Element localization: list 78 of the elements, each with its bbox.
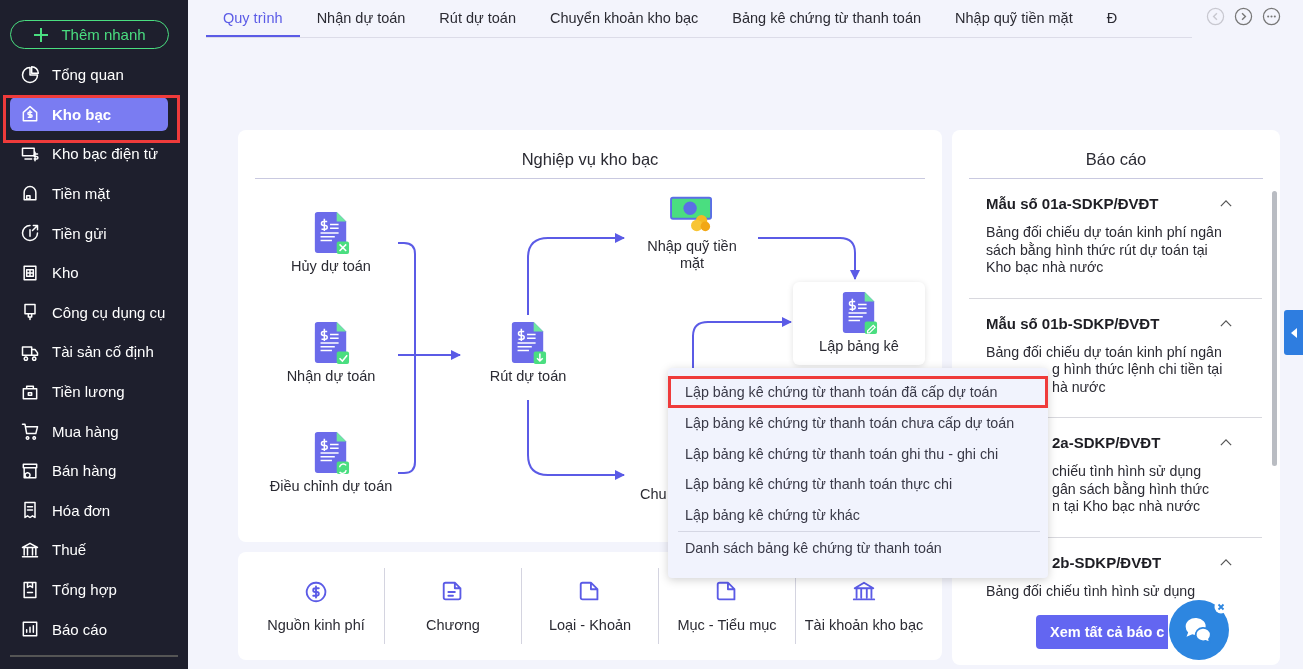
- report-description: chiếu tình hình sử dụng: [1051, 463, 1202, 481]
- node-label: Hủy dự toán: [291, 258, 371, 275]
- document-icon: [312, 432, 350, 474]
- report-description: n tại Kho bạc nhà nước: [1051, 498, 1201, 516]
- document-icon: [840, 292, 878, 334]
- document-icon: [312, 322, 350, 364]
- menu-item-icon: [20, 183, 40, 204]
- scrollbar[interactable]: [1272, 191, 1277, 466]
- menu-item[interactable]: Lập bảng kê chứng từ khác: [668, 499, 1048, 530]
- node-card[interactable]: Lập bảng kê: [793, 282, 925, 365]
- report-description: g hình thức lệnh chi tiền tại: [1051, 361, 1223, 379]
- panel-toggle[interactable]: [1284, 310, 1303, 355]
- sidebar-item[interactable]: Tổng quan: [10, 57, 168, 92]
- tab[interactable]: Đ: [1089, 0, 1135, 37]
- document-icon: [312, 212, 350, 254]
- report-description: Kho bạc nhà nước: [986, 259, 1104, 277]
- report-description: sách bằng hình thức rút dự toán tại: [986, 241, 1208, 259]
- chevron-up-icon[interactable]: [1220, 318, 1232, 328]
- menu-item[interactable]: Lập bảng kê chứng từ thanh toán chưa cấp dự toán: [668, 408, 1048, 439]
- node-label: Nhập quỹ tiền mặt: [646, 238, 738, 272]
- sidebar-item[interactable]: Tiền gửi: [10, 216, 168, 251]
- sidebar-item[interactable]: Kho bạc điện tử: [10, 137, 168, 171]
- tab[interactable]: Chuyển khoản kho bạc: [533, 0, 716, 37]
- sidebar-item[interactable]: Tiền lương: [10, 374, 168, 409]
- chevron-up-icon[interactable]: [1220, 199, 1232, 208]
- catalog-item[interactable]: Tài khoản kho bạc: [796, 568, 932, 644]
- menu-item-icon: [20, 144, 40, 164]
- report-description: Bảng đối chiếu dự toán kinh phí ngân: [986, 343, 1222, 361]
- report-description: gân sách bằng hình thức: [1051, 480, 1209, 498]
- money-icon: [669, 194, 715, 234]
- chevron-up-icon[interactable]: [1220, 557, 1232, 567]
- sidebar-item[interactable]: Kho bạc: [10, 97, 168, 132]
- sidebar-item[interactable]: Tổng hợp: [10, 572, 168, 607]
- sidebar-item[interactable]: Bán hàng: [10, 453, 168, 488]
- report-description: Bảng đối chiếu tình hình sử dụng: [986, 582, 1196, 600]
- plus-icon: [33, 26, 50, 43]
- sidebar-item[interactable]: Báo cáo: [10, 612, 168, 647]
- node-label: Chu: [640, 486, 667, 503]
- caret-left-icon: [1290, 327, 1297, 338]
- menu-item-icon: [20, 64, 40, 85]
- tab[interactable]: Quy trình: [206, 0, 300, 37]
- card-title: Nghiệp vụ kho bạc: [520, 149, 660, 169]
- node-label: Nhận dự toán: [286, 368, 376, 385]
- sidebar-item[interactable]: Tiền mặt: [10, 176, 168, 211]
- catalog-item[interactable]: Loại - Khoản: [522, 568, 659, 644]
- sidebar-item[interactable]: Công cụ dụng cụ: [10, 295, 168, 330]
- menu-item[interactable]: Lập bảng kê chứng từ thanh toán ghi thu - ghi chi: [668, 438, 1048, 469]
- connector-arrow: [397, 350, 461, 360]
- next-icon[interactable]: [1234, 7, 1253, 26]
- report-title[interactable]: Mẫu số 01b-SDKP/ĐVĐT: [986, 314, 1160, 332]
- sidebar-item[interactable]: Hóa đơn: [10, 493, 168, 528]
- document-icon: [509, 322, 547, 364]
- tab[interactable]: Bảng kê chứng từ thanh toán: [715, 0, 939, 37]
- more-icon[interactable]: [1262, 7, 1281, 26]
- node-label: Rút dự toán: [489, 368, 567, 385]
- menu-item[interactable]: Lập bảng kê chứng từ thanh toán đã cấp dự toán: [668, 376, 1048, 408]
- sidebar-item[interactable]: Tài sản cố định: [10, 334, 168, 369]
- catalog-icon: [303, 579, 329, 605]
- sidebar-item[interactable]: Mua hàng: [10, 414, 168, 449]
- tab[interactable]: Nhập quỹ tiền mặt: [938, 0, 1090, 37]
- menu-item-icon: [20, 421, 40, 442]
- menu-item[interactable]: Danh sách bảng kê chứng từ thanh toán: [668, 533, 1048, 564]
- catalog-item[interactable]: Nguồn kinh phí: [248, 568, 385, 644]
- sidebar-item[interactable]: Thuế: [10, 532, 168, 567]
- node-label: Lập bảng kê: [819, 338, 899, 355]
- chevron-up-icon[interactable]: [1220, 438, 1232, 447]
- panel-title: Báo cáo: [1084, 149, 1148, 169]
- catalog-item[interactable]: Chương: [385, 568, 522, 644]
- menu-item-icon: [20, 579, 40, 600]
- menu-item-icon: [20, 223, 40, 244]
- menu-item[interactable]: Lập bảng kê chứng từ thanh toán thực chi: [668, 469, 1048, 500]
- view-all-reports-button[interactable]: Xem tất cả báo c: [1036, 615, 1168, 649]
- node-label: Điều chỉnh dự toán: [269, 478, 393, 495]
- report-title[interactable]: Mẫu số 01a-SDKP/ĐVĐT: [986, 195, 1159, 212]
- tab[interactable]: Rút dự toán: [422, 0, 533, 37]
- sidebar-item[interactable]: Kho: [10, 255, 168, 290]
- tab[interactable]: Nhận dự toán: [299, 0, 423, 37]
- report-description: Bảng đối chiếu dự toán kinh phí ngân: [986, 224, 1222, 242]
